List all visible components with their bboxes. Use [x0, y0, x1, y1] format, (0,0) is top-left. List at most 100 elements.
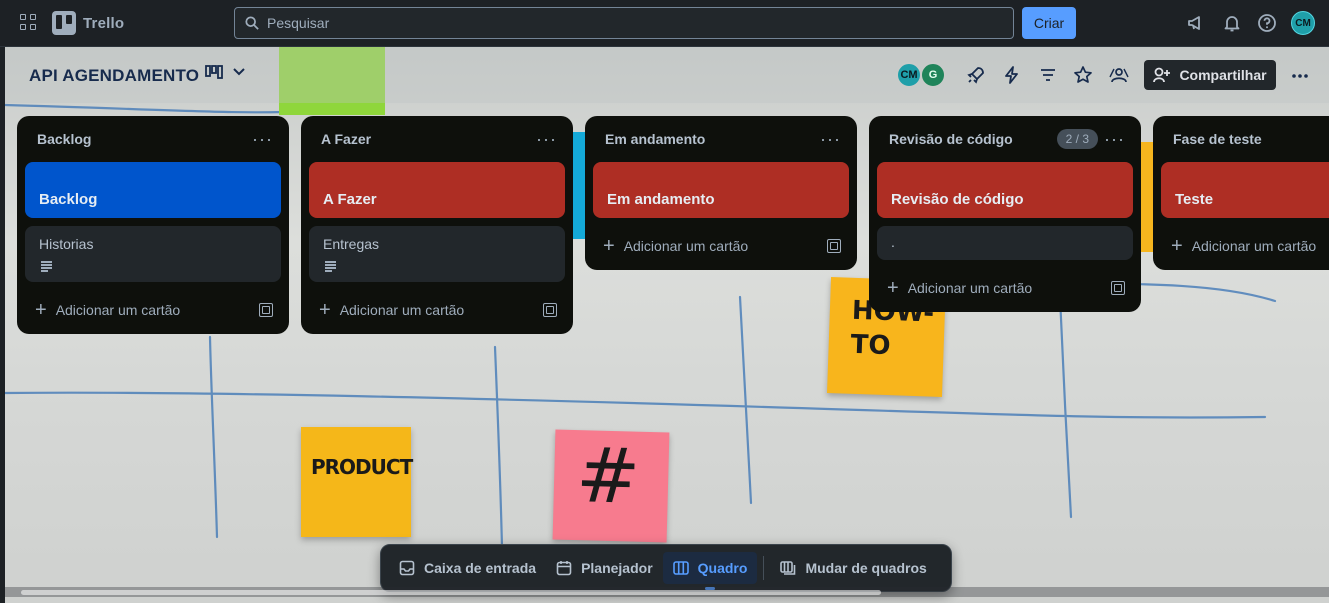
card-title: Entregas [323, 236, 380, 252]
nav-switch-boards[interactable]: Mudar de quadros [770, 552, 936, 584]
search-bar[interactable] [234, 7, 1014, 39]
top-navigation-bar: Trello Criar CM [0, 0, 1329, 47]
board-view-switcher[interactable] [205, 65, 245, 79]
nav-planner[interactable]: Planejador [546, 552, 663, 584]
left-edge [0, 47, 5, 603]
add-card-row: + Adicionar um cartão [1161, 226, 1329, 266]
card-limit-badge: 2 / 3 [1056, 129, 1099, 149]
list-title: Revisão de código [889, 131, 1013, 147]
visibility-workspace-icon[interactable] [1109, 65, 1129, 85]
description-icon [323, 260, 337, 272]
nav-separator [763, 556, 765, 580]
list-actions-icon[interactable]: ··· [1104, 130, 1125, 148]
list-title: Backlog [37, 131, 92, 147]
board-header: API AGENDAMENTO CM G Compartilhar [5, 47, 1329, 103]
list-actions-icon[interactable]: ··· [820, 130, 841, 148]
list-header[interactable]: Revisão de código 2 / 3 ··· [877, 116, 1133, 162]
card-template-icon[interactable] [543, 303, 557, 317]
cover-card-label: Backlog [39, 191, 98, 208]
list-a-fazer: A Fazer ··· A Fazer Entregas + Adicionar… [301, 116, 573, 334]
automation-lightning-icon[interactable] [1002, 65, 1022, 85]
add-card-row: + Adicionar um cartão [25, 290, 281, 330]
description-icon [39, 260, 53, 272]
list-header[interactable]: Backlog ··· [25, 116, 281, 162]
trello-logo[interactable]: Trello [52, 11, 124, 35]
card-template-icon[interactable] [827, 239, 841, 253]
nav-board-label: Quadro [697, 560, 748, 576]
cover-card[interactable]: Revisão de código [877, 162, 1133, 218]
megaphone-icon[interactable] [1186, 13, 1206, 33]
add-card-label: Adicionar um cartão [623, 238, 749, 254]
list-header[interactable]: Fase de teste ··· [1161, 116, 1329, 162]
plus-icon: + [887, 277, 899, 299]
card[interactable]: . [877, 226, 1133, 260]
search-input[interactable] [267, 15, 967, 31]
board-menu-more-icon[interactable] [1290, 66, 1310, 86]
member-avatar-cm[interactable]: CM [896, 62, 922, 88]
share-button[interactable]: Compartilhar [1144, 60, 1276, 90]
nav-planner-label: Planejador [581, 560, 653, 576]
cover-card-label: Revisão de código [891, 191, 1024, 208]
star-icon[interactable] [1073, 65, 1093, 85]
add-card-label: Adicionar um cartão [1191, 238, 1317, 254]
plus-icon: + [603, 235, 615, 257]
nav-board[interactable]: Quadro [662, 552, 758, 590]
product-sticky-note: PRODUCT [301, 427, 413, 537]
nav-inbox-label: Caixa de entrada [424, 560, 537, 576]
list-title: A Fazer [321, 131, 372, 147]
hash-sticky-note: # [552, 429, 670, 543]
cover-card[interactable]: Teste [1161, 162, 1329, 218]
board-title[interactable]: API AGENDAMENTO [29, 66, 199, 86]
add-card-label: Adicionar um cartão [55, 302, 181, 318]
inbox-icon [399, 560, 415, 576]
chevron-down-icon [233, 68, 245, 76]
add-card-label: Adicionar um cartão [907, 280, 1033, 296]
notifications-bell-icon[interactable] [1222, 13, 1242, 33]
add-card-button[interactable]: + Adicionar um cartão [319, 299, 465, 321]
add-card-button[interactable]: + Adicionar um cartão [887, 277, 1033, 299]
horizontal-scrollbar[interactable] [5, 587, 1329, 597]
list-header[interactable]: A Fazer ··· [309, 116, 565, 162]
add-card-button[interactable]: + Adicionar um cartão [603, 235, 749, 257]
card-template-icon[interactable] [259, 303, 273, 317]
card[interactable]: Historias [25, 226, 281, 282]
list-actions-icon[interactable]: ··· [252, 130, 273, 148]
card[interactable]: Entregas [309, 226, 565, 282]
add-card-label: Adicionar um cartão [339, 302, 465, 318]
nav-inbox[interactable]: Caixa de entrada [389, 552, 546, 584]
list-fase-de-teste: Fase de teste ··· Teste + Adicionar um c… [1153, 116, 1329, 270]
app-switcher-icon[interactable] [20, 14, 38, 32]
plus-icon: + [319, 299, 331, 321]
user-avatar[interactable]: CM [1291, 11, 1315, 35]
power-ups-rocket-icon[interactable] [966, 65, 986, 85]
list-em-andamento: Em andamento ··· Em andamento + Adiciona… [585, 116, 857, 270]
scrollbar-thumb[interactable] [21, 590, 881, 595]
cover-card[interactable]: Em andamento [593, 162, 849, 218]
switch-boards-icon [780, 561, 796, 575]
create-button[interactable]: Criar [1022, 7, 1076, 39]
list-backlog: Backlog ··· Backlog Historias + Adiciona… [17, 116, 289, 334]
cover-card-label: Teste [1175, 191, 1214, 208]
filter-icon[interactable] [1038, 65, 1058, 85]
card-template-icon[interactable] [1111, 281, 1125, 295]
cover-card-label: A Fazer [323, 191, 377, 208]
add-card-button[interactable]: + Adicionar um cartão [1171, 235, 1317, 257]
plus-icon: + [1171, 235, 1183, 257]
list-header[interactable]: Em andamento ··· [593, 116, 849, 162]
list-title: Fase de teste [1173, 131, 1262, 147]
member-avatar-g[interactable]: G [920, 62, 946, 88]
cover-card[interactable]: A Fazer [309, 162, 565, 218]
list-actions-icon[interactable]: ··· [536, 130, 557, 148]
calendar-icon [556, 561, 572, 576]
card-title: Historias [39, 236, 94, 252]
list-revisao-de-codigo: Revisão de código 2 / 3 ··· Revisão de c… [869, 116, 1141, 312]
add-card-row: + Adicionar um cartão [309, 290, 565, 330]
help-icon[interactable] [1257, 13, 1277, 33]
cover-card[interactable]: Backlog [25, 162, 281, 218]
plus-icon: + [35, 299, 47, 321]
board-members: CM G [896, 62, 946, 88]
add-card-row: + Adicionar um cartão [593, 226, 849, 266]
list-clip: Fase de teste ··· Teste + Adicionar um c… [1153, 116, 1329, 276]
add-card-button[interactable]: + Adicionar um cartão [35, 299, 181, 321]
nav-switch-boards-label: Mudar de quadros [805, 560, 927, 576]
